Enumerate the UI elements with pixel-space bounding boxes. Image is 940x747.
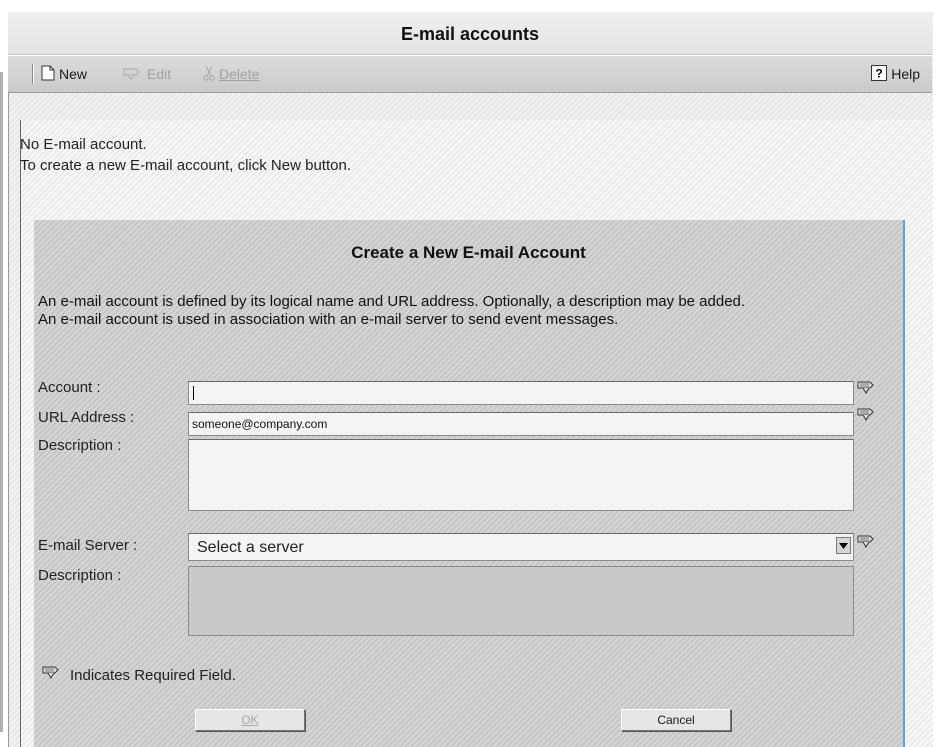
url-address-label: URL Address :: [38, 409, 135, 426]
required-field-icon: [857, 533, 877, 551]
question-icon: ?: [871, 64, 888, 84]
ok-button-label: OK: [241, 713, 259, 727]
cancel-button[interactable]: Cancel: [621, 709, 731, 731]
edit-icon: [123, 66, 143, 83]
toolbar-separator: [32, 64, 34, 84]
description-label: Description :: [38, 437, 122, 454]
panel-title: Create a New E-mail Account: [351, 243, 586, 262]
description-textarea[interactable]: [188, 439, 854, 511]
dropdown-arrow-icon[interactable]: [836, 537, 851, 554]
url-address-input[interactable]: [189, 413, 853, 435]
server-description-label: Description :: [38, 567, 122, 584]
ok-button[interactable]: OK: [195, 709, 305, 731]
account-field[interactable]: [188, 381, 854, 405]
required-field-icon: [42, 664, 62, 686]
new-document-icon: [41, 65, 55, 84]
required-field-legend: Indicates Required Field.: [42, 664, 236, 686]
url-address-field[interactable]: [188, 412, 854, 436]
toolbar: New Edit Delete ? Help: [8, 55, 932, 93]
scissors-icon: [203, 65, 215, 84]
intro-line-1: An e-mail account is defined by its logi…: [38, 293, 746, 310]
text-caret: [193, 386, 194, 400]
left-frame-edge: [0, 72, 3, 732]
instruction-message: To create a new E-mail account, click Ne…: [20, 157, 351, 174]
intro-text: An e-mail account is defined by its logi…: [38, 293, 888, 329]
cancel-button-label: Cancel: [657, 713, 695, 727]
account-input[interactable]: [189, 382, 853, 404]
server-description-box: [188, 566, 854, 636]
no-account-message: No E-mail account.: [20, 136, 147, 153]
edit-button[interactable]: Edit: [123, 64, 171, 84]
new-button[interactable]: New: [41, 64, 87, 84]
svg-text:?: ?: [876, 66, 883, 80]
delete-button[interactable]: Delete: [203, 64, 259, 84]
required-field-icon: [857, 379, 877, 397]
edit-button-label: Edit: [147, 66, 172, 82]
email-server-label: E-mail Server :: [38, 537, 138, 554]
required-field-note: Indicates Required Field.: [70, 666, 236, 684]
new-button-label: New: [59, 66, 88, 82]
help-button[interactable]: ? Help: [871, 64, 920, 84]
account-label: Account :: [38, 379, 101, 396]
help-button-label: Help: [891, 66, 920, 82]
intro-line-2: An e-mail account is used in association…: [38, 311, 619, 328]
window-title: E-mail accounts: [8, 12, 932, 55]
delete-button-label: Delete: [219, 66, 260, 82]
required-field-icon: [857, 406, 877, 424]
email-server-selected: Select a server: [197, 539, 304, 556]
email-server-select[interactable]: Select a server: [188, 533, 854, 561]
